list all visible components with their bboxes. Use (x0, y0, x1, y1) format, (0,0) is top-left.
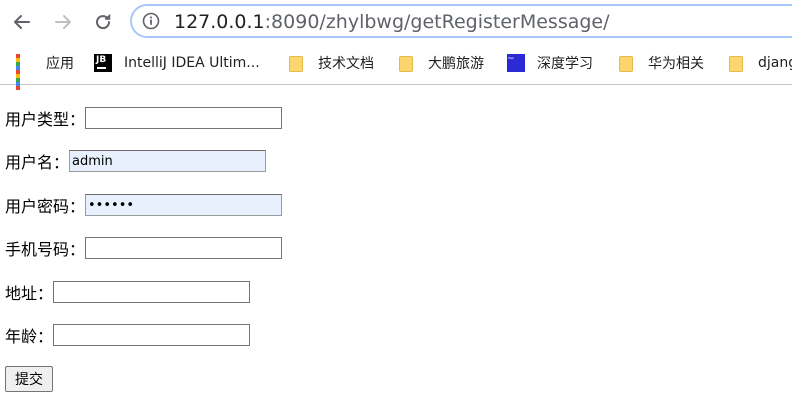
bookmark-apps[interactable]: 应用 (16, 52, 74, 90)
user-type-label: 用户类型： (5, 110, 86, 129)
jetbrains-icon: JB (94, 54, 112, 72)
bookmark-dapeng-travel[interactable]: 大鹏旅游 (398, 52, 484, 74)
folder-icon (728, 54, 746, 72)
address-bar[interactable]: 127.0.0.1:8090/zhylbwg/getRegisterMessag… (130, 4, 792, 38)
reload-button[interactable] (91, 10, 115, 34)
folder-icon (288, 54, 306, 72)
phone-input[interactable] (85, 237, 283, 259)
phone-row: 手机号码： (5, 236, 283, 260)
url-path: :8090/zhylbwg/getRegisterMessage/ (264, 11, 610, 33)
phone-label: 手机号码： (5, 240, 86, 259)
submit-button[interactable]: 提交 (5, 366, 53, 392)
arrow-right-icon (55, 15, 71, 29)
address-label: 地址： (5, 284, 54, 303)
bookmark-label: 技术文档 (318, 56, 374, 72)
username-input[interactable] (69, 150, 267, 172)
bookmark-django[interactable]: djang (728, 52, 792, 74)
reload-icon (96, 14, 111, 30)
bookmarks-bar: 应用 JB IntelliJ IDEA Ultim... 技术文档 大鹏旅游 ~… (0, 44, 792, 90)
url-host: 127.0.0.1 (174, 11, 265, 33)
user-type-input[interactable] (85, 107, 283, 129)
folder-icon (398, 54, 416, 72)
bookmark-label: IntelliJ IDEA Ultim... (124, 55, 260, 71)
bookmark-label: 深度学习 (537, 56, 593, 72)
address-input[interactable] (53, 281, 251, 303)
password-input[interactable] (85, 194, 283, 216)
username-row: 用户名： (5, 149, 267, 173)
username-label: 用户名： (5, 153, 70, 172)
url-text[interactable]: 127.0.0.1:8090/zhylbwg/getRegisterMessag… (174, 11, 610, 33)
bookmark-label: 华为相关 (648, 56, 704, 72)
apps-grid-icon (16, 54, 34, 90)
bookmark-deep-learning[interactable]: ~ 深度学习 (507, 52, 593, 74)
deep-learning-site-icon: ~ (507, 54, 525, 72)
browser-toolbar: 127.0.0.1:8090/zhylbwg/getRegisterMessag… (0, 0, 792, 44)
address-row: 地址： (5, 280, 251, 304)
bookmark-label: 应用 (46, 56, 74, 72)
age-input[interactable] (53, 324, 251, 346)
bookmark-huawei[interactable]: 华为相关 (618, 52, 704, 74)
bookmark-label: 大鹏旅游 (428, 56, 484, 72)
folder-icon (618, 54, 636, 72)
password-row: 用户密码： (5, 193, 283, 217)
forward-button[interactable] (51, 10, 75, 34)
arrow-left-icon (14, 15, 30, 29)
register-form: 用户类型： 用户名： 用户密码： 手机号码： 地址： 年龄： 提交 (0, 84, 792, 410)
age-row: 年龄： (5, 323, 251, 347)
password-label: 用户密码： (5, 197, 86, 216)
info-icon[interactable] (142, 12, 160, 30)
user-type-row: 用户类型： (5, 106, 283, 130)
bookmark-label: djang (758, 55, 792, 71)
bookmark-intellij[interactable]: JB IntelliJ IDEA Ultim... (94, 52, 260, 74)
bookmark-tech-docs[interactable]: 技术文档 (288, 52, 374, 74)
age-label: 年龄： (5, 327, 54, 346)
back-button[interactable] (10, 10, 34, 34)
